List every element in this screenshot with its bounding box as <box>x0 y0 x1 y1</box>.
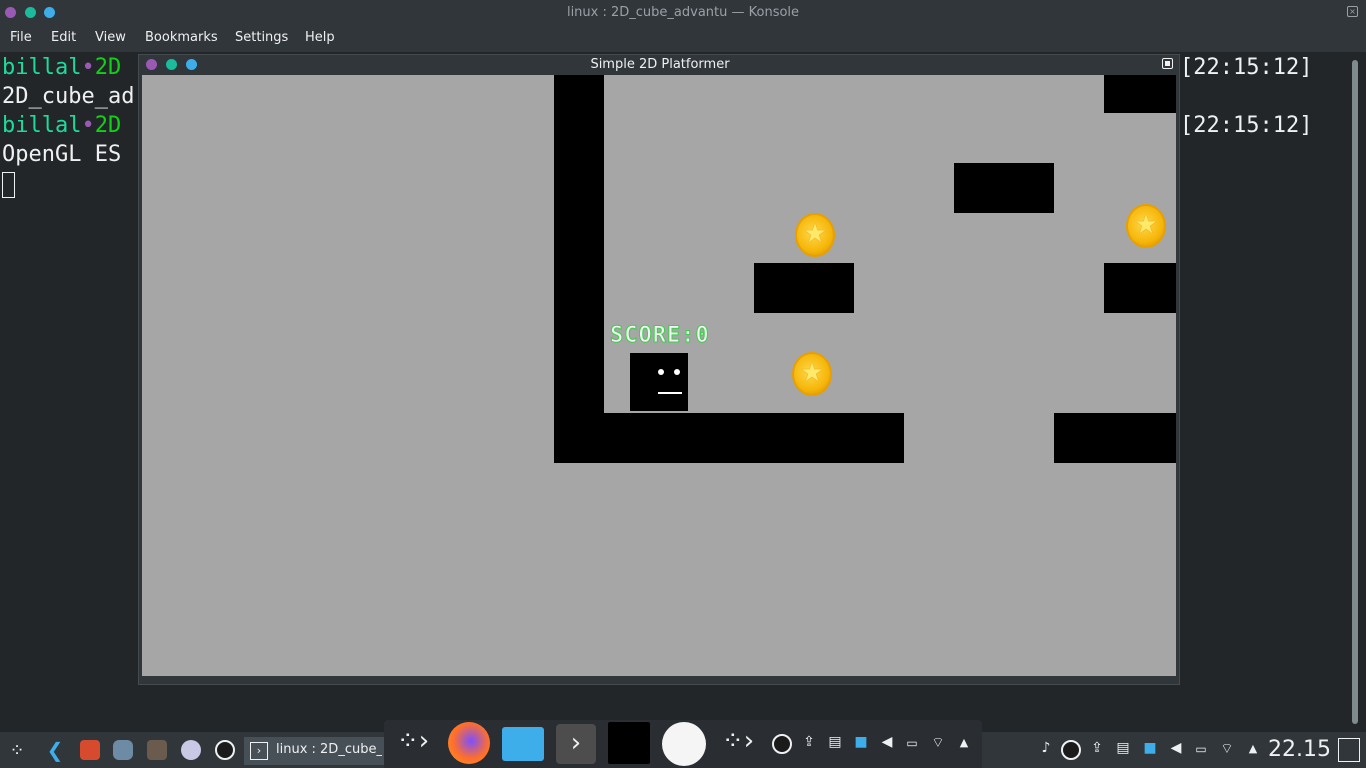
chat-icon[interactable]: ■ <box>851 734 871 754</box>
updates-icon[interactable]: ⇪ <box>800 734 818 754</box>
star-icon: ★ <box>803 219 827 249</box>
menu-file[interactable]: File <box>10 30 32 45</box>
game-window-title: Simple 2D Platformer <box>590 57 730 72</box>
terminal-output-line: OpenGL ES <box>2 142 122 167</box>
floor-platform <box>554 413 904 463</box>
dots-arrow-icon[interactable]: ⁘› <box>393 726 433 762</box>
platform-block <box>1054 413 1176 463</box>
konsole-titlebar[interactable]: linux : 2D_cube_advantu — Konsole × <box>0 0 1366 25</box>
player-mouth <box>658 392 682 394</box>
game-canvas[interactable]: ★ ★ ★ SCORE:0 <box>142 75 1176 676</box>
firefox-icon[interactable] <box>448 722 490 764</box>
player-eye <box>658 369 664 375</box>
clipboard-icon[interactable]: ▤ <box>826 734 844 754</box>
platform-block <box>954 163 1054 213</box>
expand-tray-icon[interactable]: ▲ <box>1245 742 1261 756</box>
prompt-user: billal <box>2 113 82 138</box>
game-window: Simple 2D Platformer ★ ★ ★ SCORE:0 <box>138 54 1180 685</box>
terminal-prompt-line: billal•2D <box>2 113 121 138</box>
terminal-icon[interactable]: › <box>556 724 596 764</box>
star-icon: ★ <box>1134 210 1158 240</box>
coin: ★ <box>795 213 835 257</box>
desktop: linux : 2D_cube_advantu — Konsole × File… <box>0 0 1366 768</box>
clipboard-icon[interactable]: ▤ <box>1114 740 1132 760</box>
red-app-icon[interactable] <box>80 740 100 760</box>
wall-block <box>554 75 604 463</box>
menu-edit[interactable]: Edit <box>51 30 76 45</box>
star-icon: ★ <box>800 358 824 388</box>
clock[interactable]: 22.15 <box>1268 737 1331 762</box>
menu-settings[interactable]: Settings <box>235 30 288 45</box>
terminal-output-line: 2D_cube_ad <box>2 84 135 109</box>
gimp-icon[interactable] <box>147 740 167 760</box>
wifi-icon[interactable]: ⌔ <box>1217 740 1237 760</box>
prompt-dir: 2D <box>94 55 122 80</box>
paint-icon[interactable] <box>181 740 201 760</box>
terminal-prompt-line: billal•2D <box>2 55 121 80</box>
konsole-title: linux : 2D_cube_advantu — Konsole <box>566 5 800 20</box>
expand-tray-icon[interactable]: ▲ <box>956 736 972 750</box>
timestamp: [22:15:12] <box>1180 55 1313 80</box>
menu-bookmarks[interactable]: Bookmarks <box>145 30 218 45</box>
coin: ★ <box>1126 204 1166 248</box>
robot-icon[interactable] <box>113 740 133 760</box>
app-menu-icon[interactable]: ⁘ <box>6 740 28 762</box>
volume-icon[interactable]: ◀ <box>877 734 897 754</box>
wifi-icon[interactable]: ⌔ <box>928 734 948 754</box>
chat-icon[interactable]: ■ <box>1140 740 1160 760</box>
show-desktop-icon[interactable] <box>1338 738 1360 762</box>
coin: ★ <box>792 352 832 396</box>
platform-block <box>1104 75 1176 113</box>
timestamp: [22:15:12] <box>1180 113 1313 138</box>
folder-icon[interactable] <box>502 727 544 761</box>
close-icon[interactable] <box>1162 58 1173 69</box>
battery-icon[interactable]: ▭ <box>902 736 922 752</box>
vscode-icon[interactable]: ❮ <box>44 738 66 762</box>
score-text: SCORE:0 <box>610 323 710 349</box>
scrollbar[interactable] <box>1352 60 1358 724</box>
updates-icon[interactable]: ⇪ <box>1088 740 1106 760</box>
menu-help[interactable]: Help <box>305 30 335 45</box>
player-cube <box>630 353 688 411</box>
platform-block <box>1104 263 1176 313</box>
clock-icon[interactable] <box>662 722 706 766</box>
terminal-cursor <box>2 172 15 198</box>
task-label: linux : 2D_cube_advantu <box>276 742 382 757</box>
prompt-separator: • <box>81 55 95 80</box>
obs-tray-icon[interactable] <box>1061 740 1081 760</box>
prompt-user: billal <box>2 55 82 80</box>
dots-arrow-icon[interactable]: ⁘› <box>718 726 758 762</box>
terminal-icon: › <box>250 742 268 760</box>
obs-tray-icon[interactable] <box>772 734 792 754</box>
menubar: File Edit View Bookmarks Settings Help <box>0 25 1366 52</box>
prompt-dir: 2D <box>94 113 122 138</box>
prompt-separator: • <box>81 113 95 138</box>
notifications-icon[interactable]: ♪ <box>1036 740 1056 760</box>
volume-icon[interactable]: ◀ <box>1166 740 1186 760</box>
game-preview-icon[interactable] <box>608 722 650 764</box>
player-eye <box>674 369 680 375</box>
platform-block <box>754 263 854 313</box>
menu-view[interactable]: View <box>95 30 126 45</box>
obs-icon[interactable] <box>215 740 235 760</box>
close-icon[interactable]: × <box>1347 6 1358 17</box>
battery-icon[interactable]: ▭ <box>1191 742 1211 758</box>
